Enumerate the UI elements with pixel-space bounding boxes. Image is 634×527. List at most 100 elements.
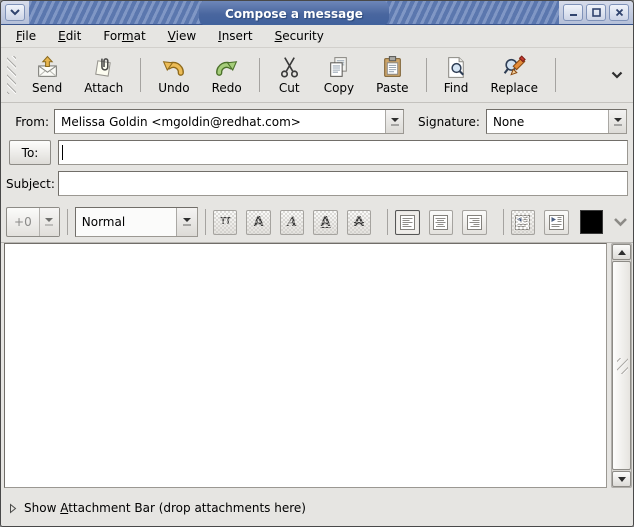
format-toolbar: +0 Normal TT A A A A — [1, 202, 633, 243]
signature-dropdown-button[interactable] — [608, 110, 626, 133]
titlebar-stripes: Compose a message — [29, 1, 559, 24]
menu-edit[interactable]: Edit — [47, 26, 92, 47]
expander-triangle-icon[interactable] — [9, 503, 17, 514]
unindent-icon — [514, 214, 531, 231]
cut-icon — [277, 55, 302, 80]
close-button[interactable] — [609, 4, 629, 21]
message-headers: From: Melissa Goldin <mgoldin@redhat.com… — [1, 103, 633, 202]
window-title: Compose a message — [225, 7, 363, 21]
align-center-button[interactable] — [429, 210, 453, 235]
signature-select[interactable]: None — [486, 109, 627, 134]
vertical-scrollbar[interactable] — [611, 243, 632, 488]
toolbar-drag-handle[interactable] — [7, 56, 16, 94]
paste-button[interactable]: Paste — [365, 52, 419, 98]
format-separator — [205, 209, 206, 235]
close-icon — [615, 8, 624, 17]
attach-icon — [91, 55, 116, 80]
subject-label: Subject: — [6, 177, 54, 191]
attachment-bar: Show Attachment Bar (drop attachments he… — [1, 490, 633, 526]
align-right-button[interactable] — [462, 210, 486, 235]
copy-icon — [326, 55, 351, 80]
align-center-icon — [432, 214, 449, 231]
dropdown-arrow-icon — [614, 118, 622, 122]
format-separator — [387, 209, 388, 235]
align-left-button[interactable] — [395, 210, 419, 235]
font-size-dropdown-button[interactable] — [39, 208, 59, 236]
from-select[interactable]: Melissa Goldin <mgoldin@redhat.com> — [54, 109, 404, 134]
indent-button[interactable] — [544, 210, 568, 235]
compose-window: Compose a message File Edit Format View … — [0, 0, 634, 527]
chevron-down-icon — [611, 71, 623, 79]
bold-toggle[interactable]: A — [246, 210, 270, 235]
typewriter-toggle[interactable]: TT — [213, 210, 237, 235]
replace-icon — [502, 55, 527, 80]
from-dropdown-button[interactable] — [385, 110, 403, 133]
to-input[interactable] — [58, 140, 628, 165]
undo-button[interactable]: Undo — [147, 52, 200, 98]
scroll-down-button[interactable] — [612, 471, 631, 487]
arrow-down-icon — [618, 477, 626, 482]
maximize-icon — [592, 8, 601, 17]
from-label: From: — [6, 115, 54, 129]
toolbar-separator — [140, 58, 141, 92]
send-button[interactable]: Send — [21, 52, 73, 98]
titlebar-right-panel — [559, 1, 633, 24]
titlebar-left-panel — [1, 1, 29, 24]
paragraph-style-select[interactable]: Normal — [75, 207, 198, 237]
find-button[interactable]: Find — [433, 52, 480, 98]
chevron-down-icon — [10, 9, 20, 16]
subject-row: Subject: — [6, 171, 628, 196]
align-right-icon — [466, 214, 483, 231]
copy-button[interactable]: Copy — [313, 52, 365, 98]
cut-button[interactable]: Cut — [266, 52, 313, 98]
format-overflow-button[interactable] — [613, 217, 628, 227]
indent-icon — [548, 214, 565, 231]
text-color-button[interactable] — [580, 210, 603, 234]
signature-label: Signature: — [418, 115, 486, 129]
paste-icon — [380, 55, 405, 80]
toolbar-separator — [259, 58, 260, 92]
menu-view[interactable]: View — [157, 26, 207, 47]
menu-insert[interactable]: Insert — [207, 26, 263, 47]
maximize-button[interactable] — [586, 4, 606, 21]
minimize-icon — [569, 9, 578, 17]
dropdown-arrow-icon — [45, 218, 53, 222]
replace-button[interactable]: Replace — [480, 52, 549, 98]
from-row: From: Melissa Goldin <mgoldin@redhat.com… — [6, 109, 628, 134]
scrollbar-thumb[interactable] — [612, 261, 631, 470]
unindent-button[interactable] — [511, 210, 535, 235]
redo-button[interactable]: Redo — [201, 52, 253, 98]
attach-button[interactable]: Attach — [73, 52, 134, 98]
dropdown-arrow-icon — [183, 218, 191, 222]
strikethrough-toggle[interactable]: A — [347, 210, 371, 235]
menu-format[interactable]: Format — [92, 26, 156, 47]
send-icon — [35, 55, 60, 80]
subject-input[interactable] — [58, 171, 628, 196]
scroll-up-button[interactable] — [612, 244, 631, 260]
window-menu-button[interactable] — [5, 4, 25, 21]
format-separator — [67, 209, 68, 235]
toolbar-separator — [555, 58, 556, 92]
chevron-down-icon — [613, 217, 628, 227]
titlebar[interactable]: Compose a message — [1, 1, 633, 25]
align-left-icon — [399, 214, 416, 231]
style-dropdown-button[interactable] — [176, 208, 197, 236]
toolbar-overflow-button[interactable] — [611, 71, 623, 79]
message-body-editor[interactable] — [4, 243, 607, 488]
to-row: To: — [6, 140, 628, 165]
italic-toggle[interactable]: A — [280, 210, 304, 235]
format-separator — [503, 209, 504, 235]
redo-icon — [214, 55, 239, 80]
underline-toggle[interactable]: A — [313, 210, 337, 235]
arrow-up-icon — [618, 250, 626, 255]
undo-icon — [161, 55, 186, 80]
minimize-button[interactable] — [563, 4, 583, 21]
dropdown-arrow-icon — [391, 118, 399, 122]
to-button[interactable]: To: — [9, 140, 51, 165]
show-attachment-bar-label[interactable]: Show Attachment Bar (drop attachments he… — [24, 501, 306, 515]
find-icon — [444, 55, 469, 80]
menu-security[interactable]: Security — [264, 26, 335, 47]
font-size-select[interactable]: +0 — [6, 207, 60, 237]
title-plate: Compose a message — [199, 0, 389, 26]
menu-file[interactable]: File — [5, 26, 47, 47]
